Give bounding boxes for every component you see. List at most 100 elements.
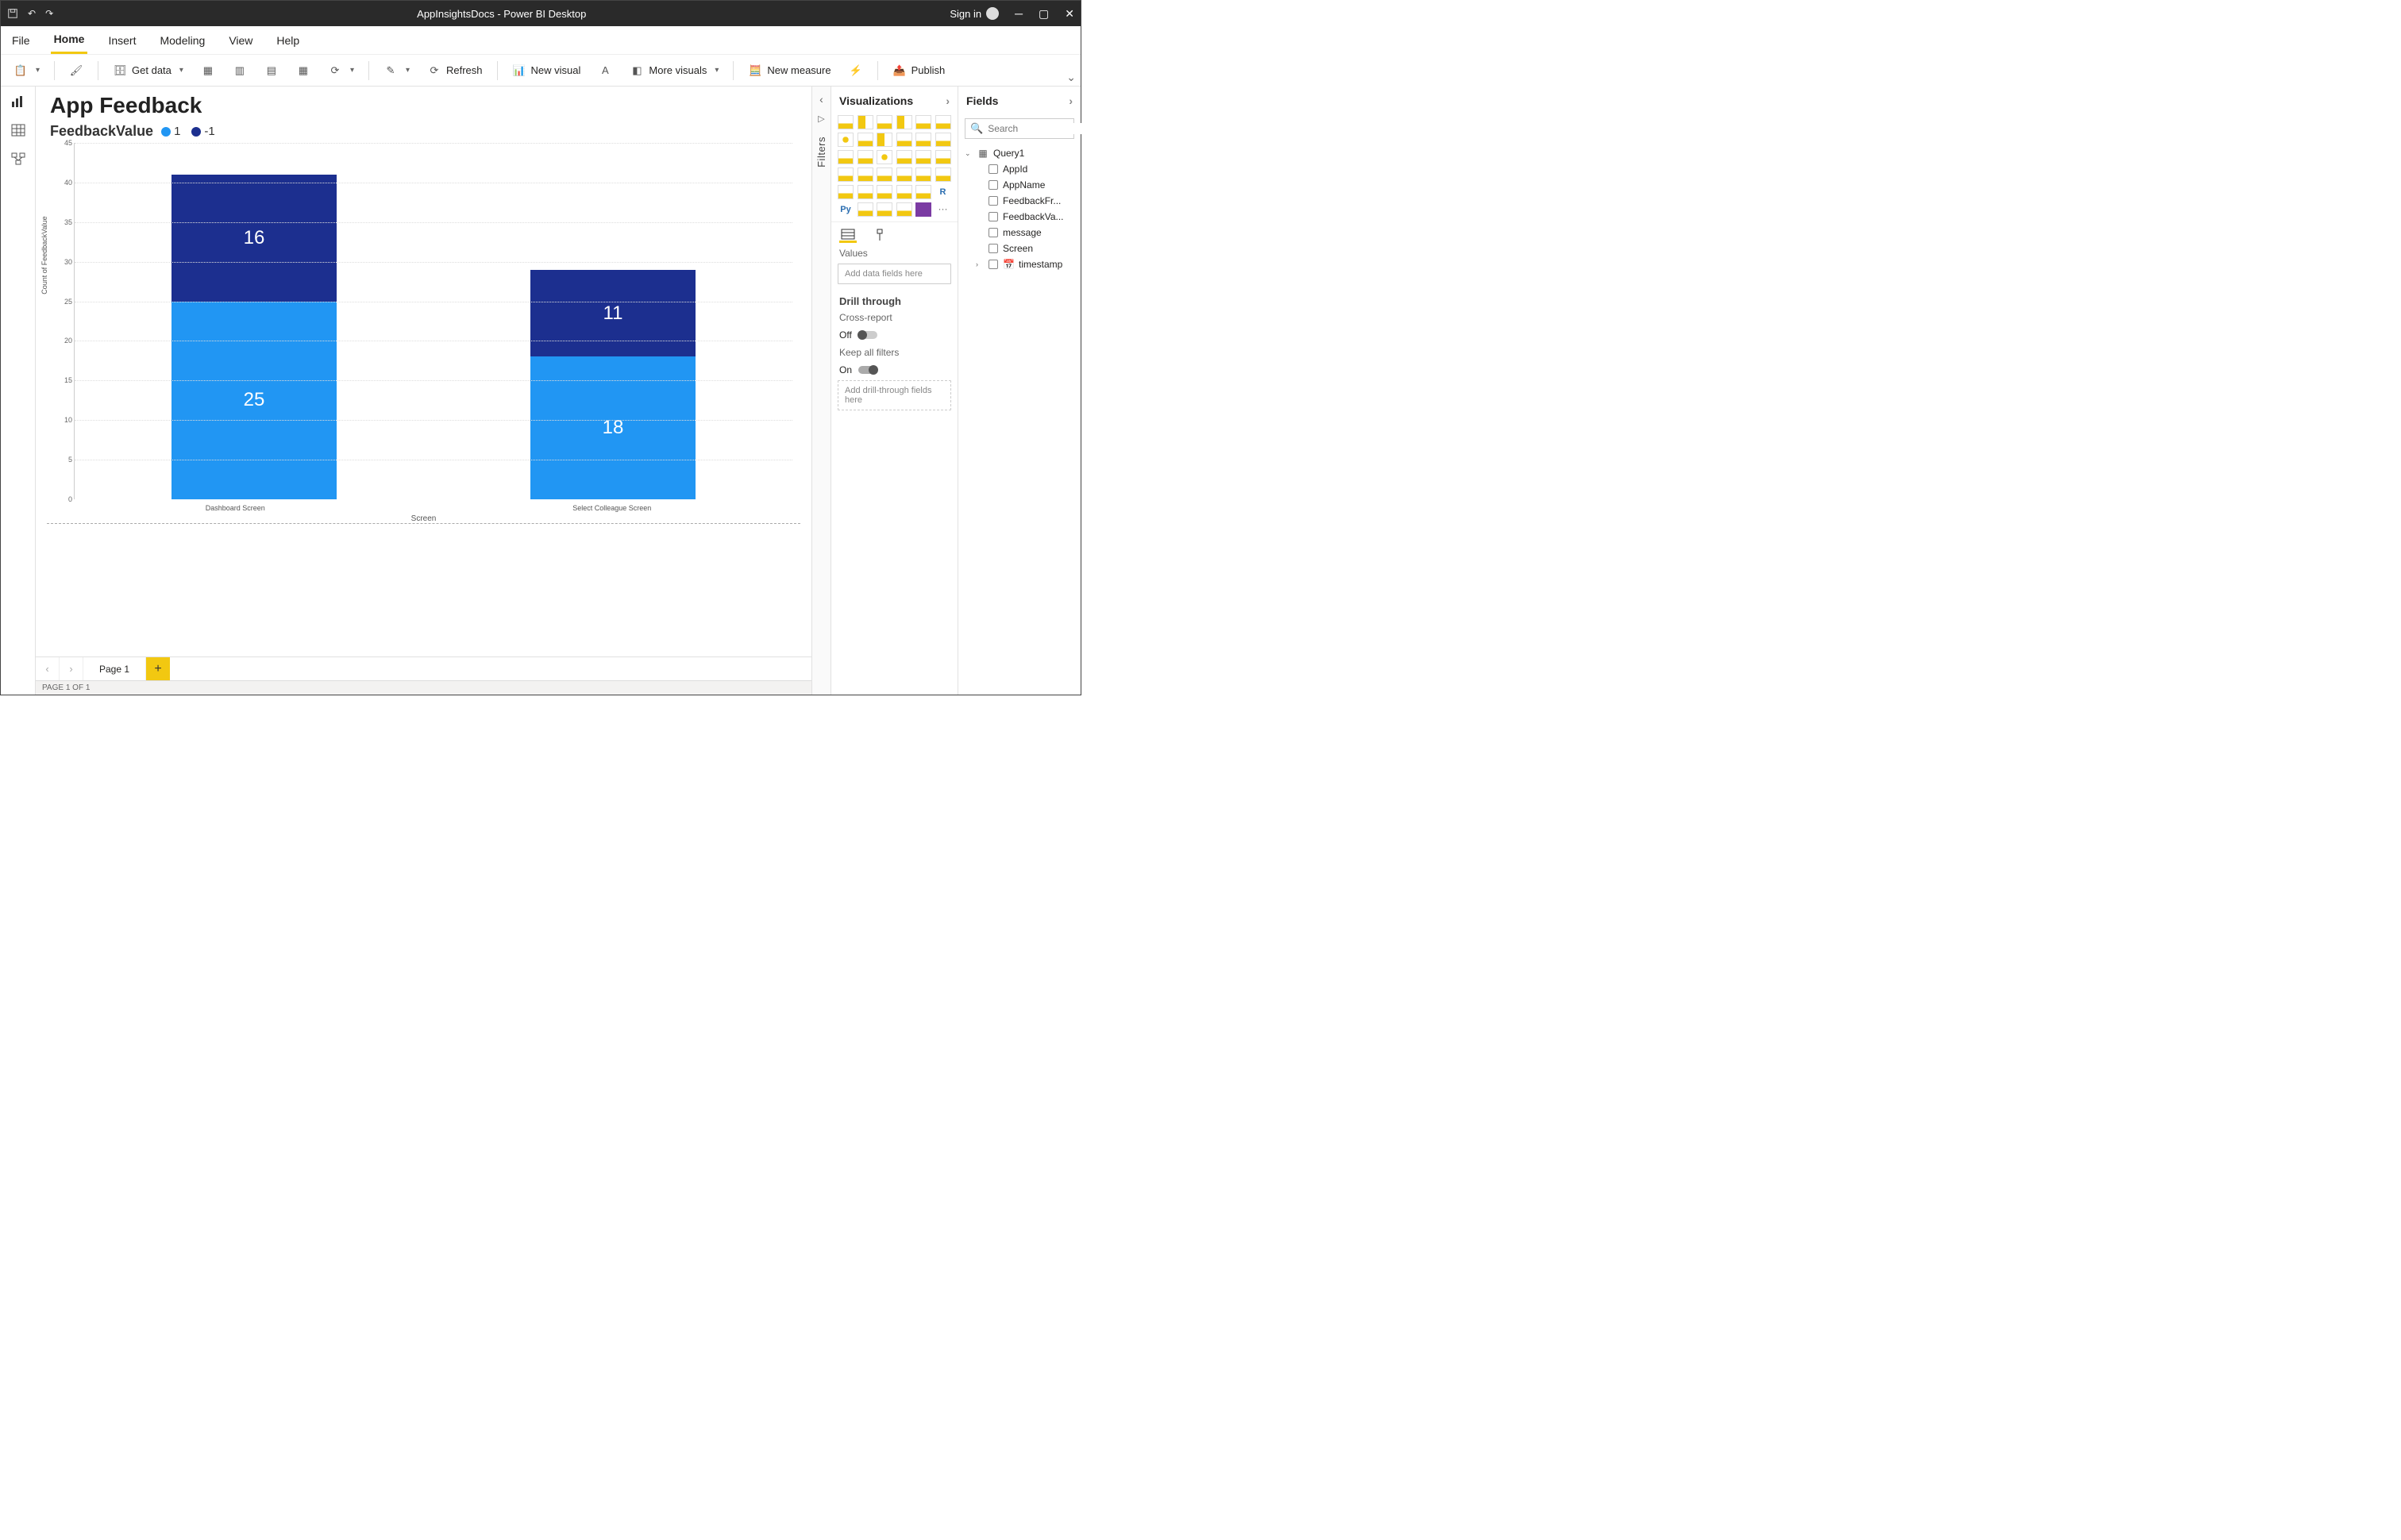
menu-file[interactable]: File xyxy=(9,28,33,53)
viz-type-tile[interactable] xyxy=(877,115,892,129)
viz-type-tile[interactable] xyxy=(838,185,854,199)
menu-insert[interactable]: Insert xyxy=(105,28,139,53)
field-checkbox[interactable] xyxy=(989,244,998,253)
field-item[interactable]: ›📅timestamp xyxy=(974,256,1076,272)
add-page-button[interactable]: + xyxy=(146,657,170,680)
bar-column[interactable]: 2516 xyxy=(75,143,434,499)
report-canvas[interactable]: App Feedback FeedbackValue 1-1 Count of … xyxy=(36,87,811,656)
viz-type-tile[interactable] xyxy=(858,167,873,182)
format-tab[interactable] xyxy=(871,227,888,243)
keep-filters-toggle[interactable] xyxy=(858,366,877,374)
bar-column[interactable]: 1811 xyxy=(434,143,792,499)
publish-button[interactable]: 📤Publish xyxy=(886,60,952,81)
field-checkbox[interactable] xyxy=(989,212,998,221)
viz-type-tile[interactable] xyxy=(915,185,931,199)
values-drop-well[interactable]: Add data fields here xyxy=(838,264,951,284)
menu-help[interactable]: Help xyxy=(273,28,303,53)
filters-expand-icon[interactable]: ‹ xyxy=(819,93,823,106)
fields-collapse-icon[interactable]: › xyxy=(1069,94,1073,107)
menu-modeling[interactable]: Modeling xyxy=(156,28,208,53)
refresh-button[interactable]: ⟳Refresh xyxy=(421,60,489,81)
fields-search[interactable]: 🔍 xyxy=(965,118,1074,139)
field-item[interactable]: FeedbackVa... xyxy=(974,209,1076,225)
viz-type-tile[interactable] xyxy=(935,167,951,182)
viz-type-tile[interactable] xyxy=(838,133,854,147)
legend-item[interactable]: 1 xyxy=(161,125,180,138)
viz-type-tile[interactable] xyxy=(915,133,931,147)
format-painter-button[interactable]: 🖌 xyxy=(63,60,90,81)
text-box-button[interactable]: A xyxy=(592,60,619,81)
model-view-icon[interactable] xyxy=(9,152,28,166)
pbi-dataset-button[interactable]: ▥ xyxy=(226,60,253,81)
page-tab-1[interactable]: Page 1 xyxy=(83,657,146,680)
viz-type-tile[interactable] xyxy=(915,167,931,182)
field-checkbox[interactable] xyxy=(989,180,998,190)
viz-type-tile[interactable]: R xyxy=(935,185,951,199)
field-item[interactable]: AppId xyxy=(974,161,1076,177)
drill-through-drop-well[interactable]: Add drill-through fields here xyxy=(838,380,951,410)
stacked-bar-chart[interactable]: Count of FeedbackValue 05101520253035404… xyxy=(47,143,800,524)
viz-type-tile[interactable] xyxy=(858,115,873,129)
field-item[interactable]: message xyxy=(974,225,1076,241)
viz-type-tile[interactable] xyxy=(935,115,951,129)
paste-button[interactable]: 📋 xyxy=(7,60,46,81)
viz-type-tile[interactable] xyxy=(838,150,854,164)
viz-type-tile[interactable] xyxy=(896,202,912,217)
fields-well-tab[interactable] xyxy=(839,227,857,243)
bar-segment[interactable]: 25 xyxy=(172,302,337,499)
ribbon-expand-icon[interactable]: ⌄ xyxy=(1066,71,1076,84)
viz-type-tile[interactable] xyxy=(915,202,931,217)
viz-type-tile[interactable] xyxy=(838,115,854,129)
new-visual-button[interactable]: 📊New visual xyxy=(506,60,588,81)
menu-home[interactable]: Home xyxy=(51,26,88,54)
save-icon[interactable] xyxy=(7,8,18,19)
viz-type-tile[interactable] xyxy=(935,133,951,147)
viz-type-tile[interactable] xyxy=(915,150,931,164)
close-icon[interactable]: ✕ xyxy=(1065,7,1074,21)
field-checkbox[interactable] xyxy=(989,164,998,174)
viz-collapse-icon[interactable]: › xyxy=(946,94,950,107)
bar-segment[interactable]: 16 xyxy=(172,175,337,302)
transform-data-button[interactable]: ✎ xyxy=(377,60,416,81)
field-checkbox[interactable] xyxy=(989,260,998,269)
viz-type-tile[interactable] xyxy=(877,133,892,147)
viz-type-tile[interactable] xyxy=(896,133,912,147)
minimize-icon[interactable]: ─ xyxy=(1015,7,1023,20)
viz-type-tile[interactable] xyxy=(896,115,912,129)
bar-segment[interactable]: 18 xyxy=(530,356,696,499)
field-checkbox[interactable] xyxy=(989,228,998,237)
viz-type-tile[interactable] xyxy=(858,133,873,147)
fields-table-node[interactable]: ⌄ ▦ Query1 xyxy=(963,145,1076,161)
restore-icon[interactable]: ▢ xyxy=(1039,7,1049,21)
page-next-button[interactable]: › xyxy=(60,657,83,680)
viz-type-tile[interactable] xyxy=(915,115,931,129)
sql-source-button[interactable]: ▤ xyxy=(258,60,285,81)
legend-item[interactable]: -1 xyxy=(191,125,214,138)
filters-pane-collapsed[interactable]: ‹ ▷ Filters xyxy=(811,87,831,695)
page-prev-button[interactable]: ‹ xyxy=(36,657,60,680)
data-view-icon[interactable] xyxy=(9,123,28,137)
fields-search-input[interactable] xyxy=(988,123,1111,134)
report-view-icon[interactable] xyxy=(9,94,28,109)
undo-icon[interactable]: ↶ xyxy=(28,8,36,19)
viz-type-tile[interactable] xyxy=(858,185,873,199)
redo-icon[interactable]: ↷ xyxy=(45,8,53,19)
sign-in-button[interactable]: Sign in xyxy=(950,7,999,20)
menu-view[interactable]: View xyxy=(225,28,256,53)
viz-type-tile[interactable] xyxy=(877,150,892,164)
field-item[interactable]: Screen xyxy=(974,241,1076,256)
field-item[interactable]: FeedbackFr... xyxy=(974,193,1076,209)
recent-sources-button[interactable]: ⟳ xyxy=(322,60,360,81)
bar-segment[interactable]: 11 xyxy=(530,270,696,357)
new-measure-button[interactable]: 🧮New measure xyxy=(742,60,837,81)
viz-type-tile[interactable] xyxy=(896,150,912,164)
viz-type-tile[interactable] xyxy=(858,150,873,164)
viz-type-tile[interactable] xyxy=(935,150,951,164)
viz-type-tile[interactable] xyxy=(896,185,912,199)
get-data-button[interactable]: 🗄Get data xyxy=(106,60,190,81)
enter-data-button[interactable]: ▦ xyxy=(290,60,317,81)
viz-type-tile[interactable] xyxy=(877,185,892,199)
quick-measure-button[interactable]: ⚡ xyxy=(842,60,869,81)
viz-type-tile[interactable] xyxy=(896,167,912,182)
viz-type-tile[interactable] xyxy=(858,202,873,217)
